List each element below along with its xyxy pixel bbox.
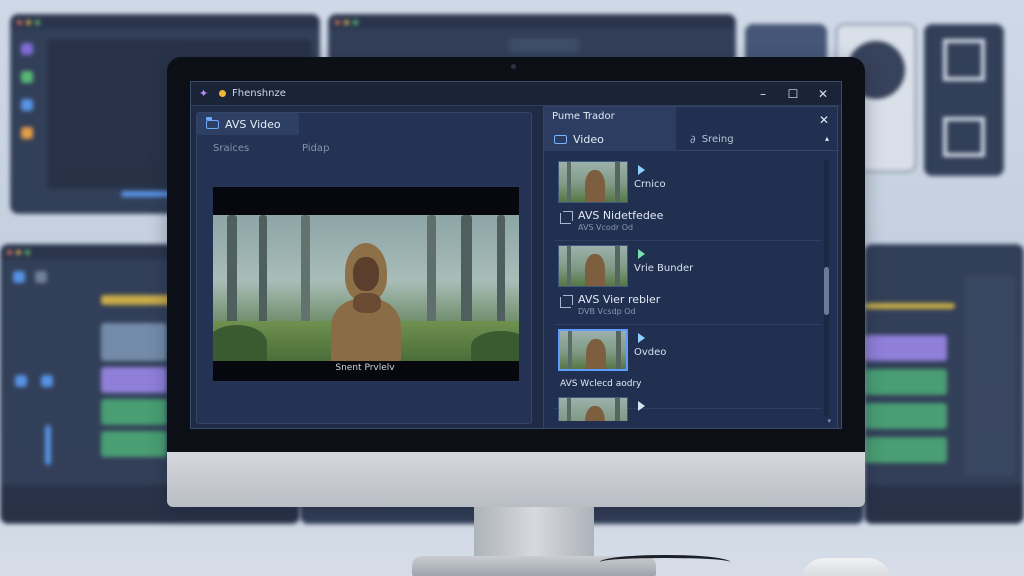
item-meta: AVS Vcodr Od <box>578 223 634 232</box>
close-button[interactable]: ✕ <box>817 87 829 101</box>
list-scrollbar[interactable] <box>824 159 829 417</box>
item-label: Ovdeo <box>634 347 667 358</box>
list-item[interactable] <box>554 395 822 421</box>
play-icon[interactable] <box>638 333 645 343</box>
panel-header: Pume Trador <box>544 107 676 127</box>
tab-avs-video[interactable]: AVS Video <box>197 113 299 135</box>
tab-sreing[interactable]: ∂ Sreing <box>684 127 734 151</box>
status-dot-icon <box>219 90 226 97</box>
video-icon <box>554 134 567 144</box>
item-title: AVS Wclecd aodry <box>560 379 642 389</box>
tab-video-label: Video <box>573 132 604 146</box>
item-label: Crnico <box>634 179 666 190</box>
list-item[interactable]: Crnico AVS Nidetfedee AVS Vcodr Od <box>554 159 822 241</box>
item-title: AVS Vier rebler <box>578 293 661 306</box>
folder-icon <box>205 116 219 129</box>
monitor-chin <box>167 452 865 507</box>
app-logo-icon: ✦ <box>199 86 209 100</box>
crop-icon[interactable] <box>560 211 573 224</box>
background-window-titlebar <box>11 15 319 29</box>
subtab-sources[interactable]: Sraices <box>213 143 249 154</box>
item-meta: DVB Vcsdp Od <box>578 307 636 316</box>
monitor-stand-neck <box>474 507 594 559</box>
item-label: Vrie Bunder <box>634 263 694 274</box>
preview-panel: AVS Video Sraices Pidap Snent Prvlelv <box>196 112 532 424</box>
webcam <box>511 64 516 69</box>
list-item[interactable]: Vrie Bunder AVS Vier rebler DVB Vcsdp Od <box>554 243 822 325</box>
background-crop-tools <box>924 24 1004 176</box>
panel-close-icon[interactable]: ✕ <box>819 113 829 127</box>
video-thumbnail[interactable] <box>558 397 628 421</box>
play-icon[interactable] <box>638 249 645 259</box>
mouse <box>800 558 892 576</box>
item-title: AVS Nidetfedee <box>578 209 664 222</box>
play-icon[interactable] <box>638 165 645 175</box>
hooded-person <box>331 243 401 361</box>
tab-label: AVS Video <box>225 117 281 131</box>
preview-caption: Snent Prvlelv <box>335 363 395 373</box>
play-icon[interactable] <box>638 401 645 411</box>
subtab-second[interactable]: Pidap <box>302 143 329 154</box>
window-controls: – ☐ ✕ <box>757 87 833 101</box>
cable <box>600 555 730 569</box>
title-bar: ✦ Fhenshnze – ☐ ✕ <box>191 82 841 106</box>
media-browser-panel: Pume Trador ✕ ▴ Video ∂ Sreing Crnico AV… <box>543 106 839 428</box>
video-preview[interactable] <box>213 187 519 381</box>
panel-tabs: Video ∂ Sreing <box>544 127 839 151</box>
scroll-down-icon[interactable]: ▾ <box>827 417 831 425</box>
app-window: ✦ Fhenshnze – ☐ ✕ AVS Video Sraices Pida… <box>190 81 842 429</box>
crop-icon[interactable] <box>560 295 573 308</box>
link-icon: ∂ <box>690 132 696 146</box>
video-thumbnail[interactable] <box>558 161 628 203</box>
video-thumbnail[interactable] <box>558 245 628 287</box>
media-list: Crnico AVS Nidetfedee AVS Vcodr Od Vrie … <box>554 157 822 421</box>
preview-frame <box>213 215 519 361</box>
tab-video[interactable]: Video <box>544 127 676 151</box>
maximize-button[interactable]: ☐ <box>787 87 799 101</box>
minimize-button[interactable]: – <box>757 87 769 101</box>
scrollbar-thumb[interactable] <box>824 267 829 315</box>
background-editor-right <box>864 244 1024 524</box>
video-thumbnail[interactable] <box>558 329 628 371</box>
tab-sreing-label: Sreing <box>701 133 734 145</box>
window-title: Fhenshnze <box>232 88 286 99</box>
